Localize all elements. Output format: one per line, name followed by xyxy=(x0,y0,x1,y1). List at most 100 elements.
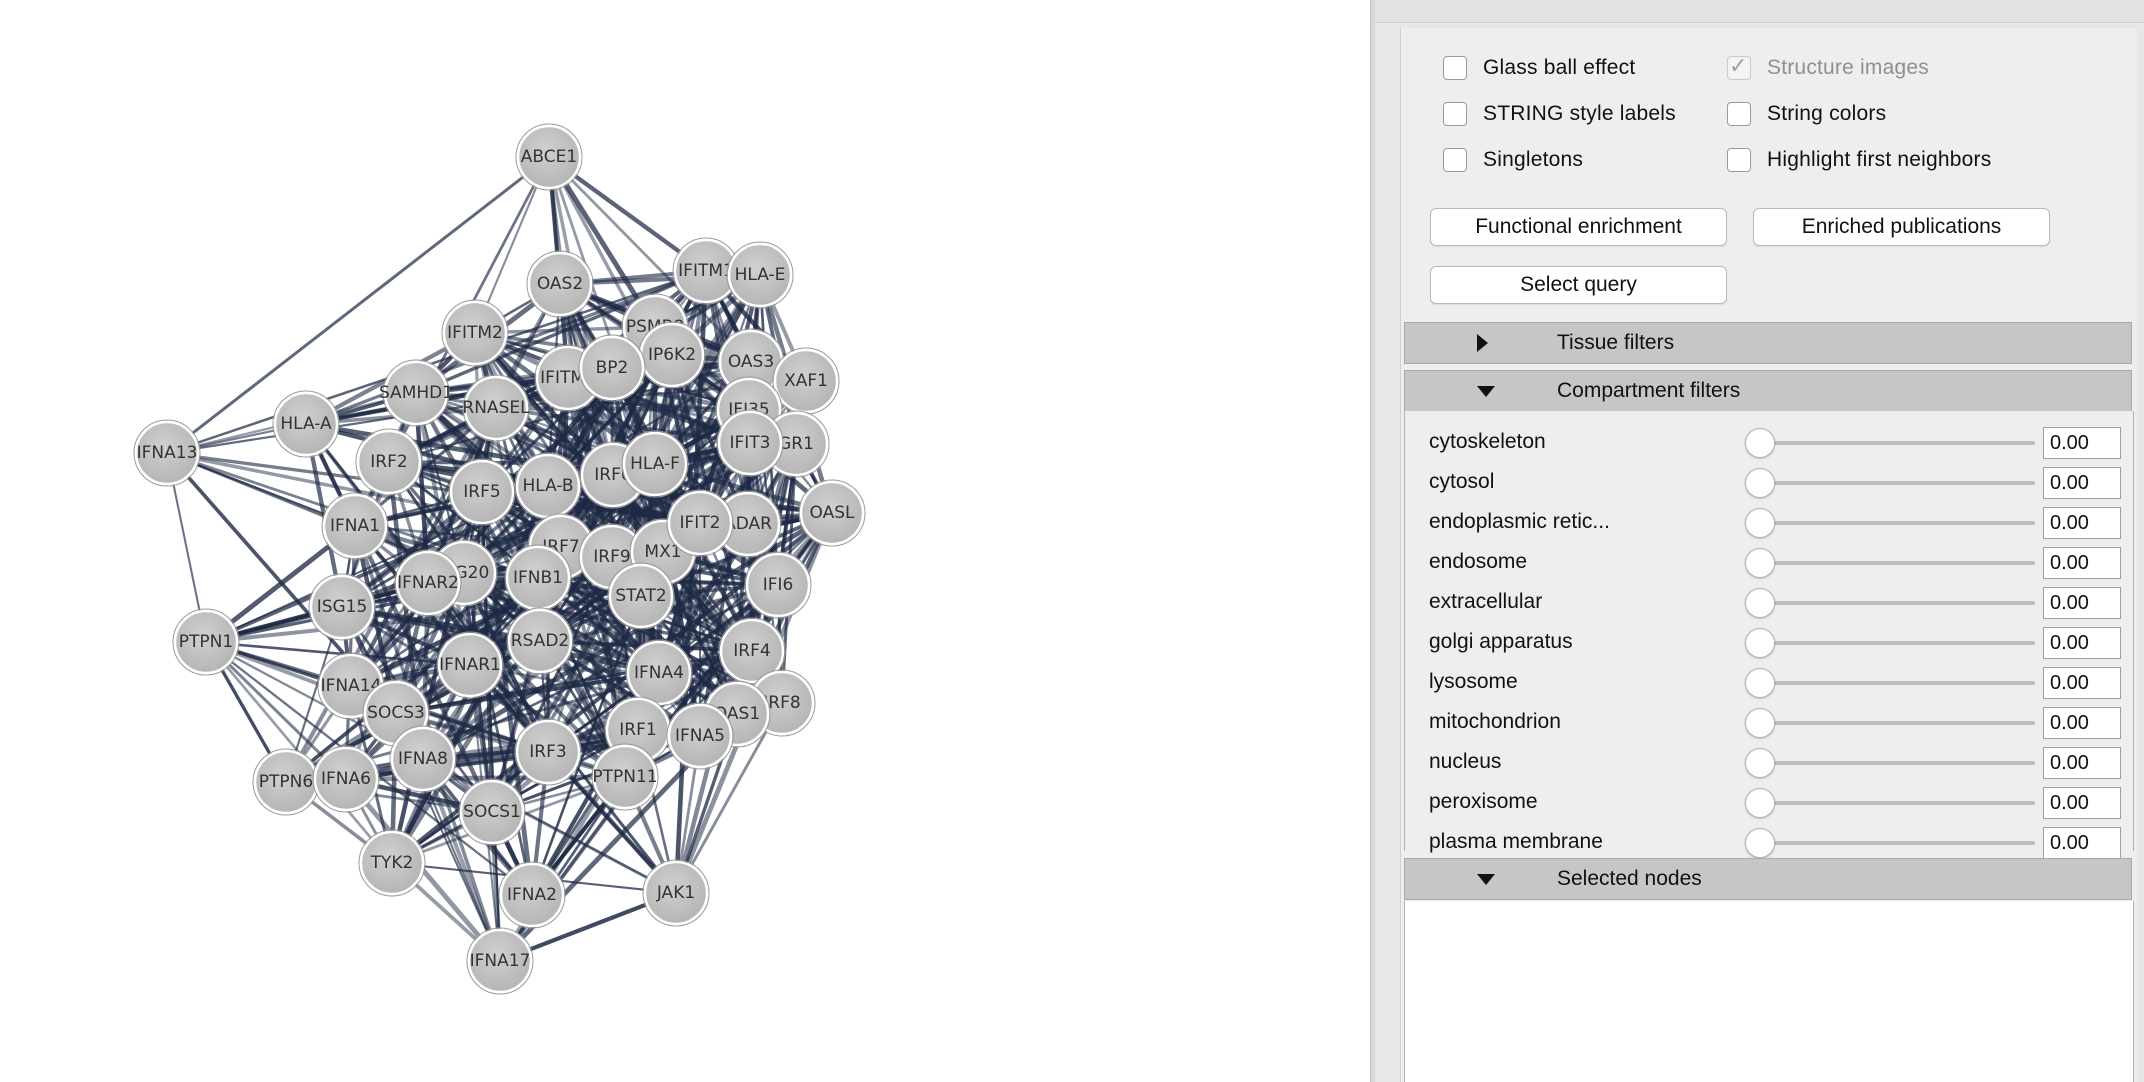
network-node[interactable]: PTPN11 xyxy=(591,743,659,811)
network-node[interactable]: TYK2 xyxy=(358,829,426,897)
compartment-slider-handle[interactable] xyxy=(1745,628,1775,658)
compartment-value-field[interactable]: 0.00 xyxy=(2043,827,2121,859)
singletons-label: Singletons xyxy=(1483,148,1584,171)
node-label: IFNA2 xyxy=(507,885,557,905)
network-node[interactable]: IFNAR2 xyxy=(394,549,462,617)
compartment-slider-handle[interactable] xyxy=(1745,508,1775,538)
compartment-slider-handle[interactable] xyxy=(1745,708,1775,738)
network-node[interactable]: IRF2 xyxy=(355,428,423,496)
compartment-value-field[interactable]: 0.00 xyxy=(2043,627,2121,659)
network-node[interactable]: IRF3 xyxy=(514,718,582,786)
network-node[interactable]: IFI6 xyxy=(744,551,812,619)
network-node[interactable]: HLA-A xyxy=(272,390,340,458)
network-node[interactable]: PTPN1 xyxy=(172,608,240,676)
compartment-slider-track[interactable] xyxy=(1765,841,2035,845)
network-node[interactable]: IFITM2 xyxy=(441,299,509,367)
compartment-slider-track[interactable] xyxy=(1765,441,2035,445)
network-node[interactable]: IFIT3 xyxy=(716,409,784,477)
enriched-publications-button[interactable]: Enriched publications xyxy=(1753,208,2050,246)
selected-nodes-header[interactable]: Selected nodes xyxy=(1404,858,2132,900)
string-style-labels-option[interactable]: STRING style labels xyxy=(1443,99,1676,129)
network-node[interactable]: HLA-F xyxy=(621,430,689,498)
tissue-filters-header[interactable]: Tissue filters xyxy=(1404,322,2132,364)
network-node[interactable]: PTPN6 xyxy=(252,748,320,816)
compartment-slider-track[interactable] xyxy=(1765,721,2035,725)
compartment-slider-handle[interactable] xyxy=(1745,468,1775,498)
compartment-value-field[interactable]: 0.00 xyxy=(2043,587,2121,619)
network-node[interactable]: OASL xyxy=(798,479,866,547)
network-node[interactable]: JAK1 xyxy=(642,859,710,927)
network-node[interactable]: IFNA4 xyxy=(625,639,693,707)
network-node[interactable]: IFNAR1 xyxy=(436,631,504,699)
highlight-neighbors-checkbox[interactable] xyxy=(1727,148,1751,172)
network-node[interactable]: IFNA6 xyxy=(312,745,380,813)
compartment-value-field[interactable]: 0.00 xyxy=(2043,667,2121,699)
compartment-value-field[interactable]: 0.00 xyxy=(2043,427,2121,459)
network-node[interactable]: ISG15 xyxy=(308,573,376,641)
compartment-value-field[interactable]: 0.00 xyxy=(2043,467,2121,499)
network-node[interactable]: IFNA1 xyxy=(321,492,389,560)
select-query-button[interactable]: Select query xyxy=(1430,266,1727,304)
network-node[interactable]: HLA-B xyxy=(514,452,582,520)
network-canvas[interactable]: ABCE1 OAS2 IFITM1 HLA-E IFITM2 PSMB8 IP6K2 OAS3… xyxy=(0,0,1370,1082)
compartment-slider-handle[interactable] xyxy=(1745,748,1775,778)
string-style-labels-checkbox[interactable] xyxy=(1443,102,1467,126)
network-node[interactable]: IFNA5 xyxy=(666,702,734,770)
compartment-value-field[interactable]: 0.00 xyxy=(2043,507,2121,539)
network-node[interactable]: IFNA8 xyxy=(389,725,457,793)
compartment-slider-handle[interactable] xyxy=(1745,828,1775,858)
network-node[interactable]: STAT2 xyxy=(607,562,675,630)
network-graph[interactable]: ABCE1OAS2IFITM1 HLA-EIFITM2 PSMB8IP6K2 OAS3… xyxy=(0,0,1370,1082)
highlight-neighbors-option[interactable]: Highlight first neighbors xyxy=(1727,145,1991,175)
singletons-option[interactable]: Singletons xyxy=(1443,145,1583,175)
compartment-value-field[interactable]: 0.00 xyxy=(2043,707,2121,739)
compartment-slider-track[interactable] xyxy=(1765,801,2035,805)
compartment-slider-handle[interactable] xyxy=(1745,668,1775,698)
network-node[interactable]: IFNA2 xyxy=(498,861,566,929)
compartment-slider-track[interactable] xyxy=(1765,681,2035,685)
string-colors-checkbox[interactable] xyxy=(1727,102,1751,126)
node-label: IFNB1 xyxy=(513,568,563,588)
string-colors-option[interactable]: String colors xyxy=(1727,99,1886,129)
compartment-slider-track[interactable] xyxy=(1765,561,2035,565)
glass-ball-checkbox[interactable] xyxy=(1443,56,1467,80)
network-node[interactable]: IFNA17 xyxy=(466,927,534,995)
compartment-slider-track[interactable] xyxy=(1765,481,2035,485)
compartment-filters-header[interactable]: Compartment filters xyxy=(1404,370,2132,412)
compartment-slider-track[interactable] xyxy=(1765,601,2035,605)
network-node[interactable]: OAS2 xyxy=(526,250,594,318)
compartment-row: endoplasmic retic... 0.00 xyxy=(1405,503,2133,543)
compartment-slider-track[interactable] xyxy=(1765,761,2035,765)
network-node[interactable]: IFIT2 xyxy=(666,489,734,557)
node-label: IRF5 xyxy=(463,482,500,502)
compartment-value-field[interactable]: 0.00 xyxy=(2043,747,2121,779)
network-node[interactable]: IFNB1 xyxy=(504,544,572,612)
compartment-slider-handle[interactable] xyxy=(1745,548,1775,578)
network-node[interactable]: IRF5 xyxy=(448,458,516,526)
compartment-value-field[interactable]: 0.00 xyxy=(2043,787,2121,819)
compartment-label: mitochondrion xyxy=(1429,710,1561,733)
network-node[interactable]: IP6K2 xyxy=(638,321,706,389)
functional-enrichment-button[interactable]: Functional enrichment xyxy=(1430,208,1727,246)
compartment-slider-handle[interactable] xyxy=(1745,428,1775,458)
network-node[interactable]: ABCE1 xyxy=(515,123,583,191)
structure-images-option: ✓ Structure images xyxy=(1727,53,1929,83)
network-node[interactable]: BP2 xyxy=(578,334,646,402)
singletons-checkbox[interactable] xyxy=(1443,148,1467,172)
compartment-slider-handle[interactable] xyxy=(1745,788,1775,818)
compartment-slider-track[interactable] xyxy=(1765,641,2035,645)
compartment-value-field[interactable]: 0.00 xyxy=(2043,547,2121,579)
network-node[interactable]: XAF1 xyxy=(772,347,840,415)
network-node[interactable]: SOCS1 xyxy=(458,778,526,846)
selected-nodes-area xyxy=(1404,901,2134,1082)
glass-ball-option[interactable]: Glass ball effect xyxy=(1443,53,1635,83)
network-node[interactable]: HLA-E xyxy=(726,241,794,309)
compartment-slider-handle[interactable] xyxy=(1745,588,1775,618)
check-mark-icon: ✓ xyxy=(1729,54,1748,79)
network-edge[interactable] xyxy=(345,774,626,782)
node-label: IFNA4 xyxy=(634,663,684,683)
network-node[interactable]: RSAD2 xyxy=(506,607,574,675)
compartment-slider-track[interactable] xyxy=(1765,521,2035,525)
network-node[interactable]: IFNA13 xyxy=(133,419,201,487)
network-node[interactable]: RNASEL xyxy=(462,374,530,442)
